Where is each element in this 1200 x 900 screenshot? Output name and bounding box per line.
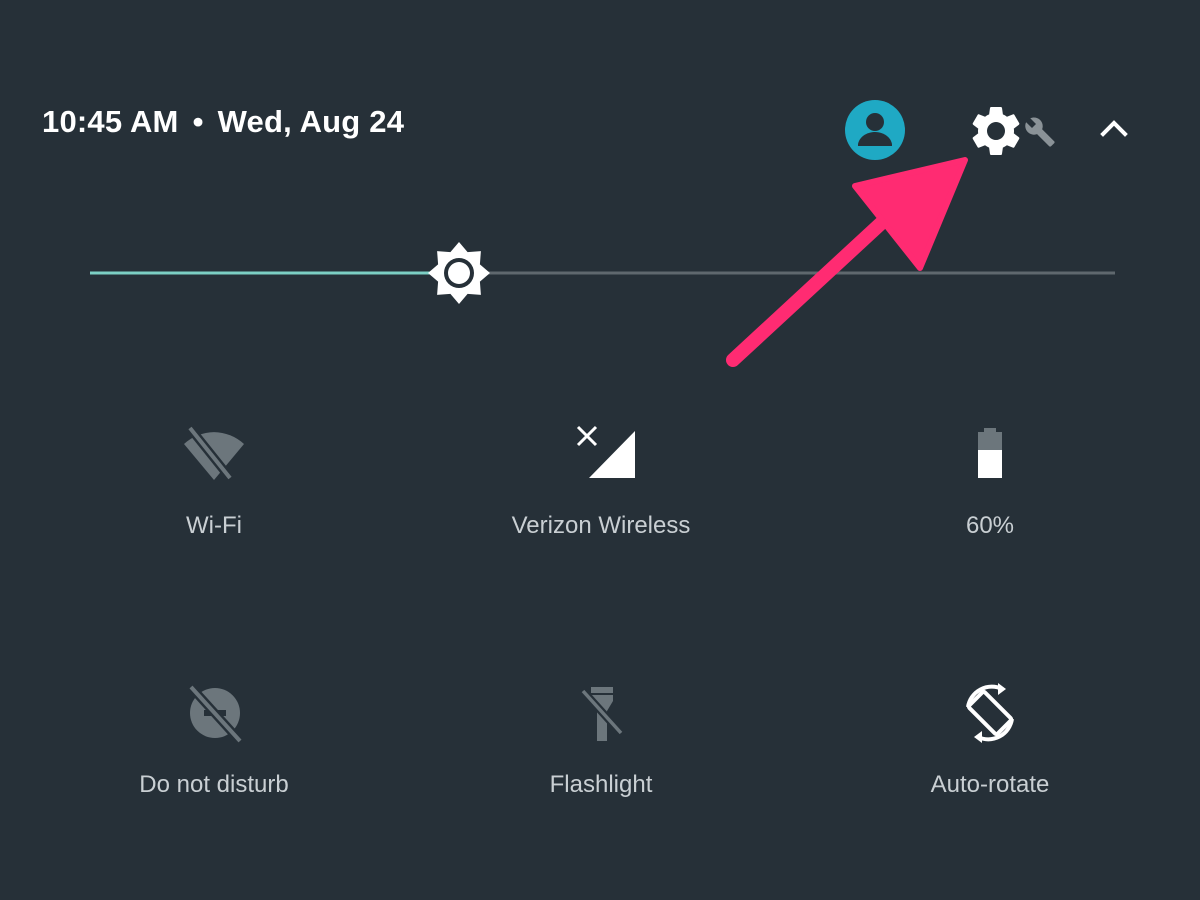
clock-time: 10:45 AM <box>42 104 179 139</box>
tile-battery[interactable]: 60% <box>840 418 1140 540</box>
separator-dot: • <box>192 104 204 139</box>
tile-label-do-not-disturb: Do not disturb <box>139 771 289 798</box>
tile-mobile-network[interactable]: Verizon Wireless <box>451 418 751 540</box>
chevron-up-icon[interactable] <box>1096 110 1132 146</box>
wifi-off-icon <box>184 425 244 481</box>
tile-do-not-disturb[interactable]: Do not disturb <box>64 677 364 799</box>
tile-label-wifi: Wi-Fi <box>186 512 242 539</box>
auto-rotate-icon <box>966 683 1014 743</box>
tile-label-flashlight: Flashlight <box>549 771 653 798</box>
wrench-icon <box>1025 117 1055 147</box>
tile-label-mobile-network: Verizon Wireless <box>511 512 691 539</box>
do-not-disturb-off-icon <box>187 683 244 745</box>
brightness-icon <box>428 242 490 304</box>
settings-gear-icon[interactable] <box>966 101 1026 161</box>
user-account-icon[interactable] <box>845 100 905 160</box>
brightness-slider[interactable] <box>90 240 1115 308</box>
tile-label-auto-rotate: Auto-rotate <box>930 771 1050 798</box>
quick-settings-panel: 10:45 AM • Wed, Aug 24 Wi-Fi Verizon Wir… <box>0 0 1200 900</box>
date-time-header: 10:45 AM • Wed, Aug 24 <box>42 104 404 140</box>
date-text: Wed, Aug 24 <box>217 104 405 139</box>
cell-signal-no-data-icon <box>576 425 635 478</box>
tile-flashlight[interactable]: Flashlight <box>451 677 751 799</box>
tile-auto-rotate[interactable]: Auto-rotate <box>840 677 1140 799</box>
flashlight-off-icon <box>580 687 624 741</box>
tile-wifi[interactable]: Wi-Fi <box>64 418 364 540</box>
tile-label-battery: 60% <box>965 512 1015 539</box>
battery-icon <box>978 428 1002 478</box>
